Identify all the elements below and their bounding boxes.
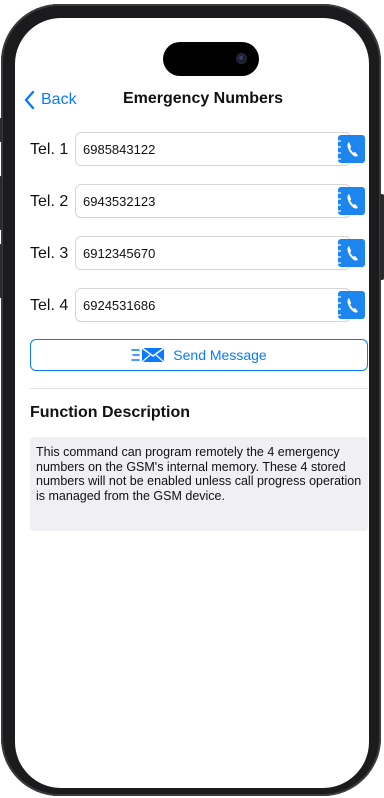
function-description-text: This command can program remotely the 4 … bbox=[30, 437, 368, 531]
power-button bbox=[380, 194, 384, 280]
phone-book-icon[interactable] bbox=[335, 135, 365, 163]
tel-label: Tel. 1 bbox=[30, 141, 69, 158]
tel-input-4[interactable]: 6924531686 bbox=[75, 288, 351, 322]
envelope-icon bbox=[131, 347, 165, 363]
tel-input-3[interactable]: 6912345670 bbox=[75, 236, 351, 270]
volume-down-button bbox=[0, 244, 2, 298]
tel-label: Tel. 2 bbox=[30, 193, 69, 210]
send-message-label: Send Message bbox=[173, 347, 267, 363]
tel-label: Tel. 4 bbox=[30, 297, 69, 314]
phone-book-icon[interactable] bbox=[335, 187, 365, 215]
tel-row-3: Tel. 3 6912345670 bbox=[30, 236, 370, 272]
send-message-button[interactable]: Send Message bbox=[30, 339, 368, 371]
tel-row-2: Tel. 2 6943532123 bbox=[30, 184, 370, 220]
page-title: Emergency Numbers bbox=[122, 90, 284, 107]
phone-frame bbox=[0, 4, 384, 796]
tel-row-4: Tel. 4 6924531686 bbox=[30, 288, 370, 324]
tel-label: Tel. 3 bbox=[30, 245, 69, 262]
divider bbox=[30, 388, 368, 389]
tel-row-1: Tel. 1 6985843122 bbox=[30, 132, 370, 168]
tel-input-2[interactable]: 6943532123 bbox=[75, 184, 351, 218]
tel-input-1[interactable]: 6985843122 bbox=[75, 132, 351, 166]
function-description-title: Function Description bbox=[30, 404, 190, 421]
dynamic-island bbox=[163, 42, 259, 76]
volume-up-button bbox=[0, 176, 2, 230]
phone-book-icon[interactable] bbox=[335, 291, 365, 319]
phone-book-icon[interactable] bbox=[335, 239, 365, 267]
side-button bbox=[0, 118, 2, 142]
camera-icon bbox=[236, 53, 247, 64]
